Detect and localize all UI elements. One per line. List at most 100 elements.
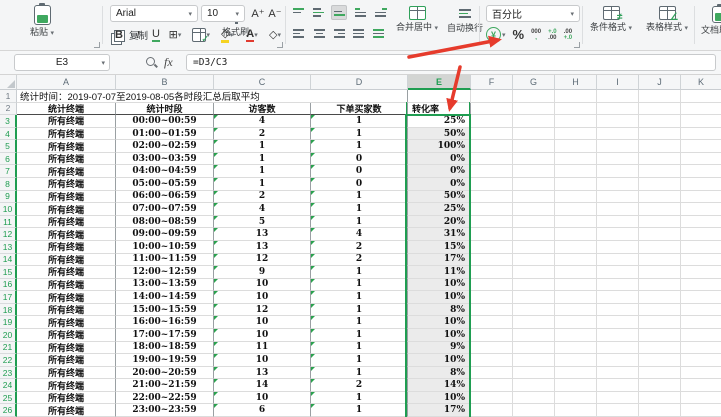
cell[interactable] (555, 115, 597, 128)
cell-buyers[interactable]: 0 (311, 153, 408, 166)
cell[interactable] (555, 279, 597, 292)
cell-visitors[interactable]: 4 (214, 203, 311, 216)
cell-buyers[interactable]: 4 (311, 228, 408, 241)
cell-visitors[interactable]: 1 (214, 140, 311, 153)
cell[interactable] (597, 90, 639, 103)
cell[interactable] (681, 367, 721, 380)
row-header[interactable]: 7 (0, 165, 17, 178)
cell-rate[interactable]: 10% (408, 392, 471, 405)
cell[interactable] (597, 216, 639, 229)
row-header[interactable]: 20 (0, 329, 17, 342)
cell-visitors[interactable]: 12 (214, 304, 311, 317)
cell[interactable] (681, 228, 721, 241)
conditional-format-button[interactable]: ≠ 条件格式 ▾ (590, 6, 632, 34)
row-header[interactable]: 16 (0, 279, 17, 292)
column-header-k[interactable]: K (681, 75, 721, 90)
cell-visitors[interactable]: 9 (214, 266, 311, 279)
cell[interactable] (639, 178, 681, 191)
eraser-button[interactable]: ◇▾ (266, 26, 284, 43)
cell-period[interactable]: 20:00~20:59 (116, 367, 214, 380)
cell[interactable] (513, 304, 555, 317)
cell[interactable] (471, 203, 513, 216)
cell-rate[interactable]: 17% (408, 404, 471, 417)
row-header[interactable]: 17 (0, 291, 17, 304)
formula-input[interactable]: =D3/C3 (186, 54, 716, 71)
increase-indent-button[interactable] (373, 5, 389, 20)
row-header[interactable]: 8 (0, 178, 17, 191)
cell-terminal[interactable]: 所有终端 (17, 153, 116, 166)
cell[interactable] (471, 254, 513, 267)
cell[interactable] (471, 342, 513, 355)
column-header-c[interactable]: C (214, 75, 311, 90)
wrap-text-button[interactable]: 自动换行 (447, 6, 483, 33)
column-header-a[interactable]: A (17, 75, 116, 90)
cell-terminal[interactable]: 所有终端 (17, 342, 116, 355)
cell[interactable] (555, 90, 597, 103)
table-style-button[interactable]: ∠ 表格样式 ▾ (646, 6, 688, 34)
cell[interactable] (513, 128, 555, 141)
cell[interactable] (471, 191, 513, 204)
cell[interactable] (597, 329, 639, 342)
cell[interactable] (513, 392, 555, 405)
cell-period[interactable]: 06:00~06:59 (116, 191, 214, 204)
dialog-launcher-icon[interactable] (277, 42, 283, 48)
cell-rate[interactable]: 100% (408, 140, 471, 153)
merge-center-button[interactable]: 合并居中 ▾ (396, 6, 438, 34)
cell[interactable] (681, 128, 721, 141)
cell[interactable] (681, 379, 721, 392)
cell-period[interactable]: 02:00~02:59 (116, 140, 214, 153)
cell[interactable] (471, 404, 513, 417)
increase-decimal-button[interactable]: +.0.00 (548, 29, 557, 41)
cell[interactable] (513, 354, 555, 367)
cell-buyers[interactable]: 1 (311, 191, 408, 204)
cell[interactable] (639, 404, 681, 417)
column-header-d[interactable]: D (311, 75, 408, 90)
cell-visitors[interactable]: 10 (214, 279, 311, 292)
cell[interactable] (513, 266, 555, 279)
cell-period[interactable]: 16:00~16:59 (116, 316, 214, 329)
cell[interactable] (597, 103, 639, 116)
row-header[interactable]: 25 (0, 392, 17, 405)
cell-terminal[interactable]: 所有终端 (17, 128, 116, 141)
row-header[interactable]: 6 (0, 153, 17, 166)
search-icon[interactable] (146, 57, 155, 66)
cell-header-period[interactable]: 统计时段 (116, 103, 214, 116)
cell[interactable] (555, 103, 597, 116)
cell[interactable] (597, 342, 639, 355)
cell[interactable] (597, 178, 639, 191)
cell-rate[interactable]: 17% (408, 254, 471, 267)
cell[interactable] (555, 392, 597, 405)
cell[interactable] (513, 228, 555, 241)
row-header[interactable]: 14 (0, 254, 17, 267)
cell[interactable] (681, 103, 721, 116)
column-header-h[interactable]: H (555, 75, 597, 90)
cell[interactable] (639, 203, 681, 216)
cell-terminal[interactable]: 所有终端 (17, 266, 116, 279)
align-bottom-button[interactable] (331, 5, 347, 20)
cell-period[interactable]: 00:00~00:59 (116, 115, 214, 128)
cell-period[interactable]: 19:00~19:59 (116, 354, 214, 367)
cell[interactable] (471, 128, 513, 141)
cell-visitors[interactable]: 1 (214, 178, 311, 191)
cell[interactable] (639, 291, 681, 304)
cell[interactable] (471, 153, 513, 166)
cell[interactable] (555, 128, 597, 141)
column-header-b[interactable]: B (116, 75, 214, 90)
cell[interactable] (681, 165, 721, 178)
cell[interactable] (471, 241, 513, 254)
row-header[interactable]: 5 (0, 140, 17, 153)
cell-rate[interactable]: 10% (408, 291, 471, 304)
cell-terminal[interactable]: 所有终端 (17, 191, 116, 204)
cell-period[interactable]: 08:00~08:59 (116, 216, 214, 229)
cell-rate[interactable]: 0% (408, 165, 471, 178)
cell-terminal[interactable]: 所有终端 (17, 354, 116, 367)
cell[interactable] (513, 115, 555, 128)
cell[interactable] (513, 329, 555, 342)
cell[interactable] (639, 304, 681, 317)
cell[interactable] (555, 140, 597, 153)
cell[interactable] (513, 140, 555, 153)
cell[interactable] (597, 165, 639, 178)
cell[interactable] (597, 228, 639, 241)
cell[interactable] (681, 304, 721, 317)
cell[interactable] (513, 90, 555, 103)
